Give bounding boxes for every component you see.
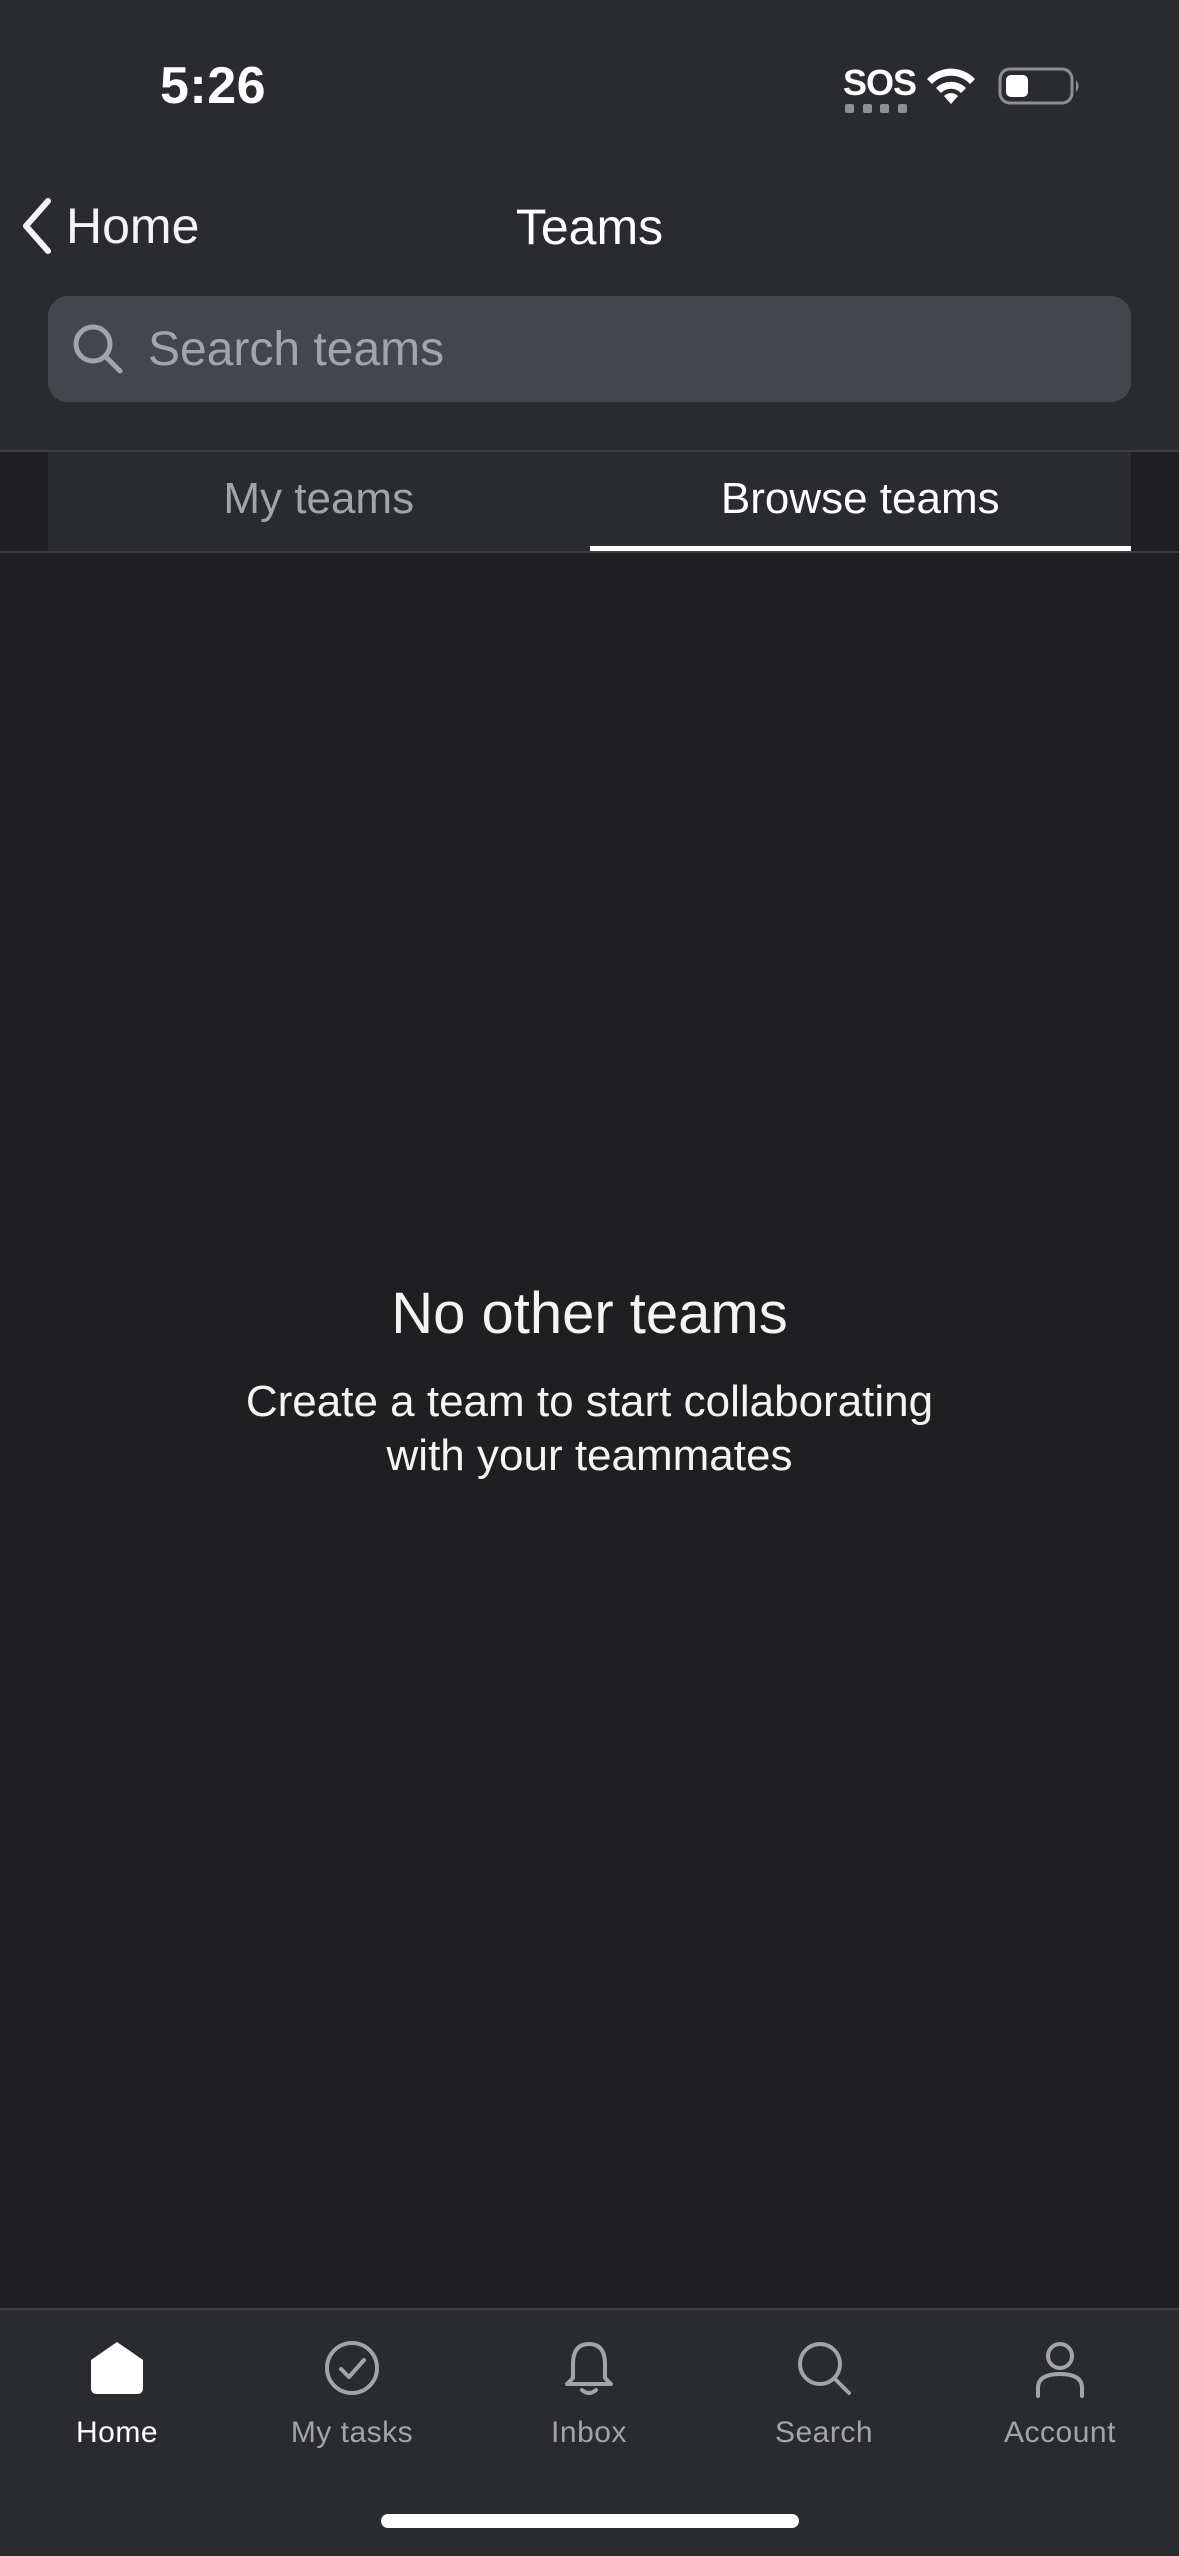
tab-my-teams[interactable]: My teams — [48, 452, 590, 551]
person-icon — [1036, 2342, 1084, 2398]
status-time: 5:26 — [160, 57, 267, 115]
empty-state: No other teams Create a team to start co… — [0, 1280, 1179, 1483]
tabbar-home[interactable]: Home — [17, 2336, 217, 2450]
tabbar-my-tasks-label: My tasks — [290, 2416, 414, 2449]
bell-icon — [565, 2342, 613, 2395]
tabbar-inbox-label: Inbox — [551, 2416, 627, 2449]
search-icon — [73, 324, 123, 374]
navigation-bar: Home Teams — [0, 180, 1179, 270]
tab-browse-teams[interactable]: Browse teams — [589, 452, 1132, 551]
home-indicator — [381, 2514, 799, 2528]
tabbar-account[interactable]: Account — [960, 2336, 1160, 2450]
bottom-tab-bar: Home My tasks Inbox Search Account — [0, 2308, 1179, 2556]
home-icon — [91, 2342, 143, 2394]
sos-indicator: SOS — [843, 62, 917, 103]
search-bar[interactable] — [48, 296, 1131, 402]
empty-state-title: No other teams — [391, 1281, 788, 1346]
tabbar-search-label: Search — [774, 2416, 874, 2449]
check-circle-icon — [325, 2341, 379, 2395]
search-icon — [798, 2342, 851, 2395]
segmented-tabs: My teams Browse teams — [0, 450, 1179, 553]
tabbar-search[interactable]: Search — [724, 2336, 924, 2450]
search-input[interactable] — [146, 320, 1100, 378]
empty-state-message: Create a team to start collaborating wit… — [245, 1377, 934, 1480]
header: 5:26 SOS Home Teams — [0, 0, 1179, 450]
tabbar-home-label: Home — [75, 2416, 159, 2449]
tabbar-inbox[interactable]: Inbox — [489, 2336, 689, 2450]
page-title: Teams — [515, 199, 664, 255]
signal-dots — [845, 104, 907, 113]
tab-list: My teams Browse teams — [48, 452, 1131, 551]
wifi-icon — [927, 68, 975, 104]
tabbar-account-label: Account — [1004, 2416, 1116, 2449]
tabbar-my-tasks[interactable]: My tasks — [252, 2336, 452, 2450]
battery-icon — [998, 67, 1079, 105]
teams-screen: 5:26 SOS Home Teams Search teams My team… — [0, 0, 1179, 2556]
status-bar: 5:26 SOS — [0, 0, 1179, 160]
